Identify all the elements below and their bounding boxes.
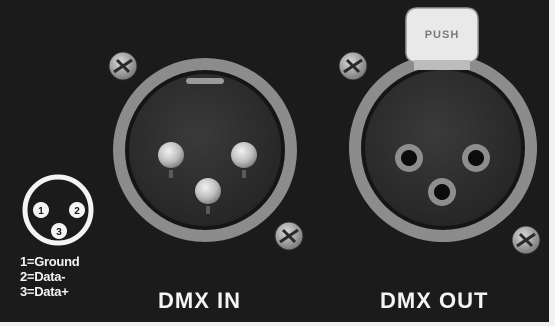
svg-text:3: 3	[56, 227, 62, 238]
dmx-out-latch-tab[interactable]: PUSH	[405, 7, 479, 70]
dmx-out-label: DMX OUT	[380, 288, 489, 313]
dmx-out-socket-3	[428, 178, 456, 206]
pinout-diagram-icon: 1 2 3	[22, 174, 94, 246]
legend-line-data-minus: 2=Data-	[20, 269, 66, 284]
dmx-out-socket-2	[462, 144, 490, 172]
dmx-in-key-slot	[186, 78, 224, 84]
dmx-out-socket-1	[395, 144, 423, 172]
pinout-pin-1: 1	[33, 202, 49, 218]
pinout-pin-2: 2	[69, 202, 85, 218]
pinout-pin-3: 3	[51, 223, 67, 239]
dmx-in-connector[interactable]	[113, 58, 297, 242]
panel-artwork: PUSH 1 2 3	[22, 7, 541, 255]
svg-text:2: 2	[74, 206, 80, 217]
latch-text: PUSH	[425, 29, 460, 41]
legend-line-data-plus: 3=Data+	[20, 284, 69, 299]
screw-icon	[511, 225, 541, 255]
dmx-in-label: DMX IN	[158, 288, 241, 313]
pinout-legend: 1=Ground 2=Data- 3=Data+	[20, 254, 80, 299]
svg-text:1: 1	[38, 206, 44, 217]
device-back-panel: PUSH 1 2 3 1=Ground 2=Data- 3=Data+ DMX …	[0, 0, 555, 326]
screw-icon	[274, 221, 304, 251]
screw-icon	[108, 51, 138, 81]
screw-icon	[338, 51, 368, 81]
dmx-out-connector[interactable]	[349, 54, 537, 242]
legend-line-ground: 1=Ground	[20, 254, 80, 269]
